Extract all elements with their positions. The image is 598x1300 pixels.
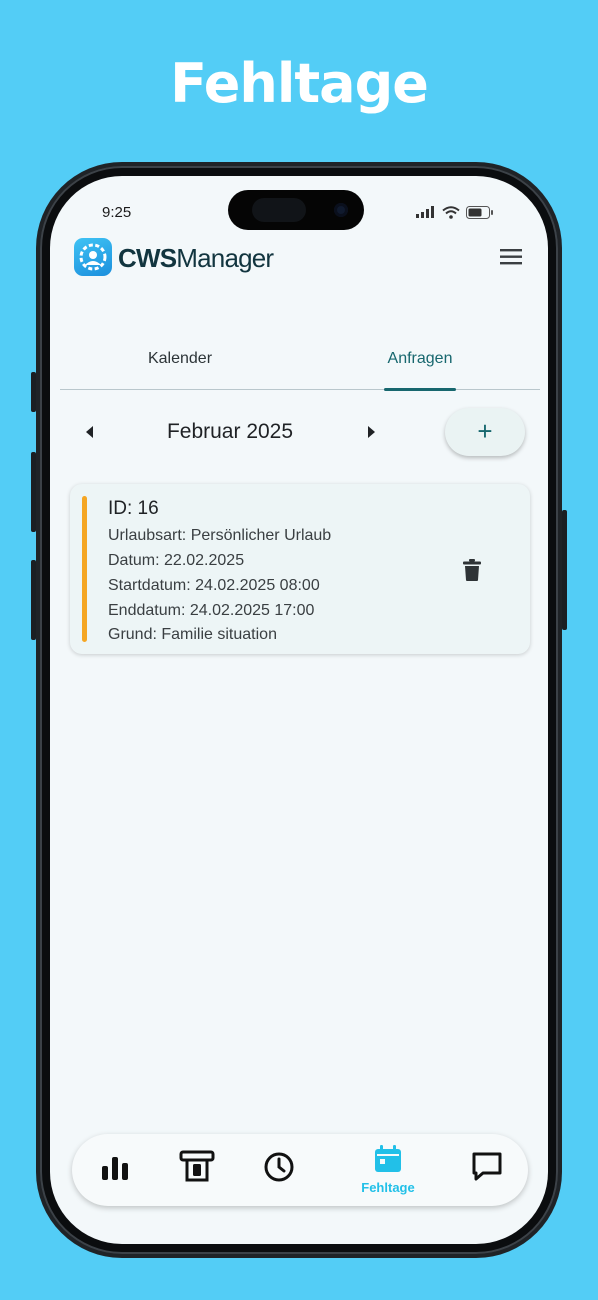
tab-kalender[interactable]: Kalender — [60, 350, 300, 368]
add-request-button[interactable]: + — [445, 408, 525, 456]
hamburger-menu-icon — [500, 249, 522, 265]
signal-icon — [416, 206, 434, 218]
volume-down-button — [31, 560, 36, 640]
nav-item-fehltage[interactable]: Fehltage — [348, 1134, 428, 1206]
request-end-date: Enddatum: 24.02.2025 17:00 — [108, 602, 315, 619]
app-logo-text: CWSManager — [118, 243, 274, 274]
tab-anfragen[interactable]: Anfragen — [300, 350, 540, 368]
menu-button[interactable] — [498, 246, 524, 268]
month-navigation: Februar 2025 + — [70, 408, 530, 458]
delete-request-button[interactable] — [462, 558, 482, 582]
phone-screen: 9:25 CWSManager Kalender Anfragen Februa… — [50, 176, 548, 1244]
nav-item-cash-register[interactable] — [162, 1134, 232, 1206]
power-button — [562, 510, 567, 630]
status-time: 9:25 — [102, 204, 132, 221]
nav-item-messages[interactable] — [452, 1134, 522, 1206]
tab-bar: Kalender Anfragen — [60, 336, 540, 391]
calendar-icon — [375, 1145, 401, 1172]
nav-item-time[interactable] — [244, 1134, 314, 1206]
request-date: Datum: 22.02.2025 — [108, 552, 245, 569]
active-tab-indicator — [384, 388, 456, 391]
request-card[interactable]: ID: 16 Urlaubsart: Persönlicher Urlaub D… — [70, 484, 530, 654]
month-label: Februar 2025 — [166, 420, 294, 443]
trash-icon — [463, 559, 481, 581]
mute-switch — [31, 372, 36, 412]
request-leave-type: Urlaubsart: Persönlicher Urlaub — [108, 527, 332, 544]
request-id: ID: 16 — [108, 498, 159, 519]
clock-icon — [264, 1152, 294, 1182]
nav-label-fehltage: Fehltage — [361, 1180, 415, 1195]
nav-item-statistics[interactable] — [80, 1134, 150, 1206]
status-indicator-bar — [82, 496, 87, 642]
volume-up-button — [31, 452, 36, 532]
battery-icon — [466, 205, 493, 219]
logo-bold-text: CWS — [118, 243, 177, 273]
next-month-icon[interactable] — [368, 426, 375, 438]
cash-register-icon — [179, 1150, 215, 1182]
bar-chart-icon — [102, 1157, 128, 1180]
app-header: CWSManager — [74, 238, 524, 278]
dynamic-island — [228, 190, 364, 230]
request-reason: Grund: Familie situation — [108, 626, 277, 643]
chat-icon — [472, 1152, 502, 1181]
wifi-icon — [442, 205, 460, 219]
page-heading: Fehltage — [170, 52, 429, 115]
cws-logo-icon — [74, 238, 112, 276]
request-start-date: Startdatum: 24.02.2025 08:00 — [108, 577, 320, 594]
logo-light-text: Manager — [176, 243, 274, 273]
bottom-navigation: Fehltage — [72, 1134, 528, 1206]
previous-month-icon[interactable] — [86, 426, 93, 438]
status-icons — [416, 204, 494, 220]
